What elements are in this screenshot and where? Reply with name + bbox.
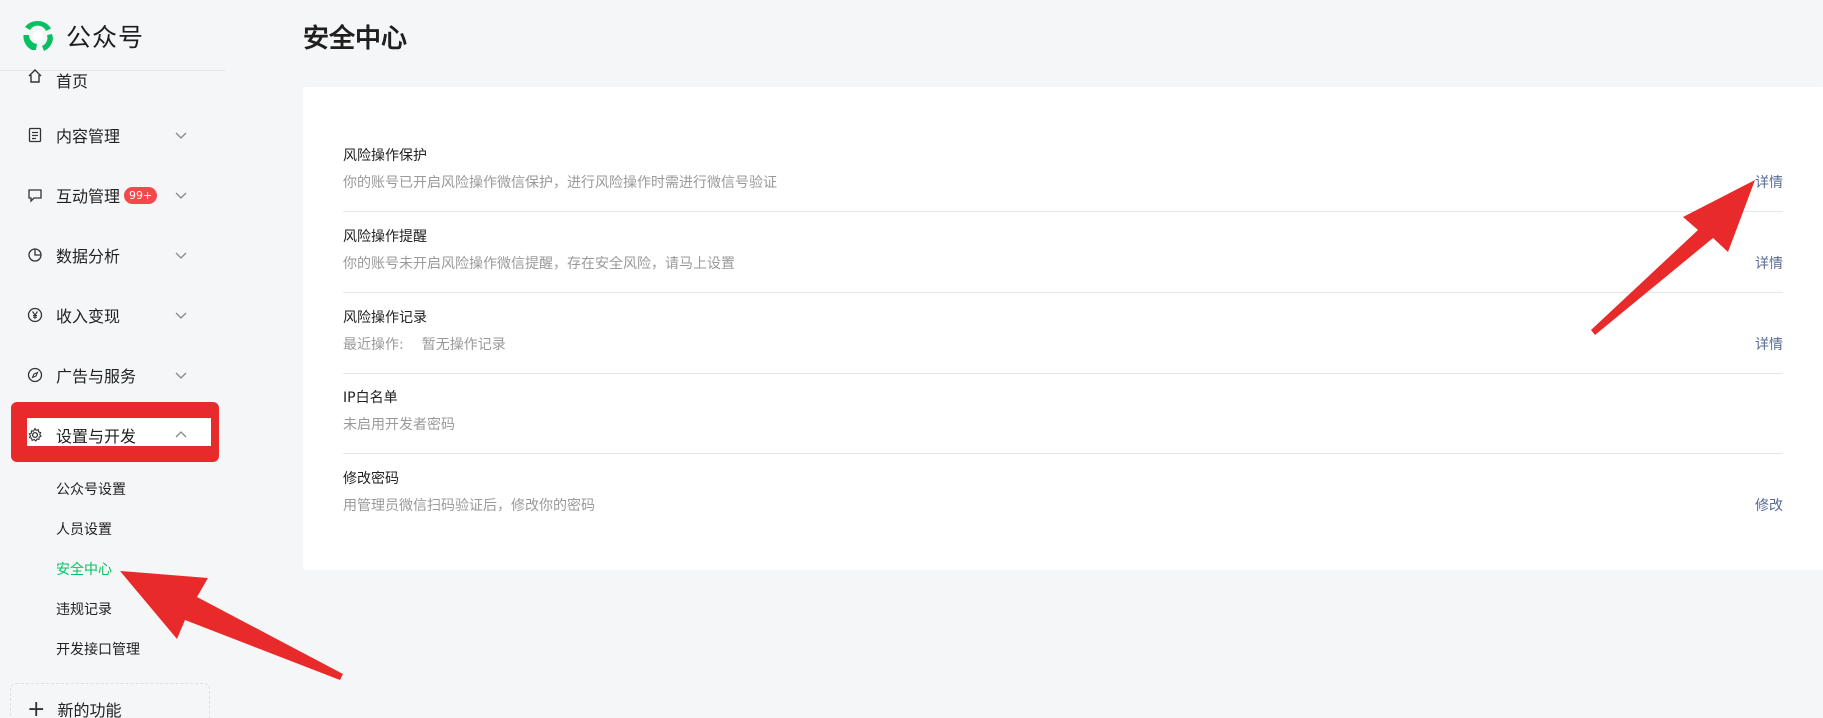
sidebar-item-label: 数据分析 [56, 247, 121, 266]
pie-chart-icon [26, 246, 44, 264]
sidebar-subitem-developer-api[interactable]: 开发接口管理 [56, 639, 140, 659]
recent-operation-label: 最近操作: [343, 337, 404, 353]
sidebar-subitem-member-settings[interactable]: 人员设置 [56, 519, 112, 539]
notification-badge: 99+ [124, 186, 158, 204]
details-link[interactable]: 详情 [1755, 334, 1783, 354]
row-title: 修改密码 [343, 471, 399, 487]
compass-icon [26, 366, 44, 384]
row-description: 未启用开发者密码 [343, 417, 455, 433]
chat-icon [26, 186, 44, 204]
sidebar-item-interaction[interactable]: 互动管理 99+ [26, 179, 196, 211]
details-link[interactable]: 详情 [1755, 172, 1783, 192]
sidebar-item-label: 收入变现 [56, 307, 121, 326]
list-item-risk-reminder: 风险操作提醒 你的账号未开启风险操作微信提醒，存在安全风险，请马上设置 详情 [343, 226, 1783, 306]
row-description: 你的账号未开启风险操作微信提醒，存在安全风险，请马上设置 [343, 256, 735, 272]
row-title: 风险操作保护 [343, 148, 427, 164]
row-description: 最近操作: 暂无操作记录 [343, 334, 506, 354]
new-feature-label: 新的功能 [57, 701, 122, 718]
modify-link[interactable]: 修改 [1755, 495, 1783, 515]
wechat-official-logo-icon [23, 20, 53, 51]
brand-name: 公众号 [66, 23, 145, 52]
chevron-down-icon [175, 192, 187, 199]
home-icon [26, 67, 44, 85]
sidebar-item-label: 广告与服务 [56, 367, 137, 386]
page-title: 安全中心 [303, 24, 408, 54]
row-description: 你的账号已开启风险操作微信保护，进行风险操作时需进行微信号验证 [343, 175, 777, 191]
chevron-down-icon [175, 132, 187, 139]
divider [343, 373, 1783, 374]
sidebar-subitem-account-settings[interactable]: 公众号设置 [56, 479, 126, 499]
document-icon [26, 126, 44, 144]
yen-icon [26, 306, 44, 324]
chevron-down-icon [175, 372, 187, 379]
row-title: 风险操作提醒 [343, 229, 427, 245]
details-link[interactable]: 详情 [1755, 253, 1783, 273]
divider [343, 453, 1783, 454]
sidebar-item-content[interactable]: 内容管理 [26, 119, 196, 151]
recent-operation-value: 暂无操作记录 [421, 337, 506, 353]
new-feature-button[interactable]: + 新的功能 [10, 683, 210, 718]
sidebar-item-analytics[interactable]: 数据分析 [26, 239, 196, 271]
sidebar-item-settings-dev[interactable]: 设置与开发 [26, 419, 196, 451]
sidebar-subitem-violation-records[interactable]: 违规记录 [56, 599, 112, 619]
list-item-risk-records: 风险操作记录 最近操作: 暂无操作记录 详情 [343, 307, 1783, 387]
chevron-down-icon [175, 252, 187, 259]
sidebar-item-label: 内容管理 [56, 127, 121, 146]
sidebar-item-home[interactable]: 首页 [26, 60, 196, 92]
brand[interactable]: 公众号 [20, 18, 144, 54]
sidebar-item-label: 设置与开发 [56, 427, 137, 446]
sidebar: 公众号 首页 内容管理 互动管理 99+ 数据分析 收入变现 广告与服务 设置与… [0, 0, 226, 718]
app-root: 公众号 首页 内容管理 互动管理 99+ 数据分析 收入变现 广告与服务 设置与… [0, 0, 1823, 718]
security-panel: 风险操作保护 你的账号已开启风险操作微信保护，进行风险操作时需进行微信号验证 详… [303, 87, 1823, 570]
chevron-down-icon [175, 312, 187, 319]
sidebar-item-label: 首页 [56, 72, 89, 91]
sidebar-item-monetization[interactable]: 收入变现 [26, 299, 196, 331]
sidebar-item-ads-services[interactable]: 广告与服务 [26, 359, 196, 391]
divider [343, 292, 1783, 293]
plus-icon: + [27, 697, 46, 718]
list-item-risk-protection: 风险操作保护 你的账号已开启风险操作微信保护，进行风险操作时需进行微信号验证 详… [343, 145, 1783, 225]
gear-icon [26, 426, 44, 444]
row-title: 风险操作记录 [343, 310, 427, 326]
sidebar-item-label: 互动管理 [56, 187, 121, 206]
chevron-up-icon [175, 431, 187, 438]
divider [343, 211, 1783, 212]
list-item-change-password: 修改密码 用管理员微信扫码验证后，修改你的密码 修改 [343, 468, 1783, 548]
sidebar-subitem-security-center[interactable]: 安全中心 [56, 559, 112, 579]
list-item-ip-whitelist: IP白名单 未启用开发者密码 [343, 387, 1783, 467]
row-title: IP白名单 [343, 390, 398, 406]
row-description: 用管理员微信扫码验证后，修改你的密码 [343, 498, 595, 514]
